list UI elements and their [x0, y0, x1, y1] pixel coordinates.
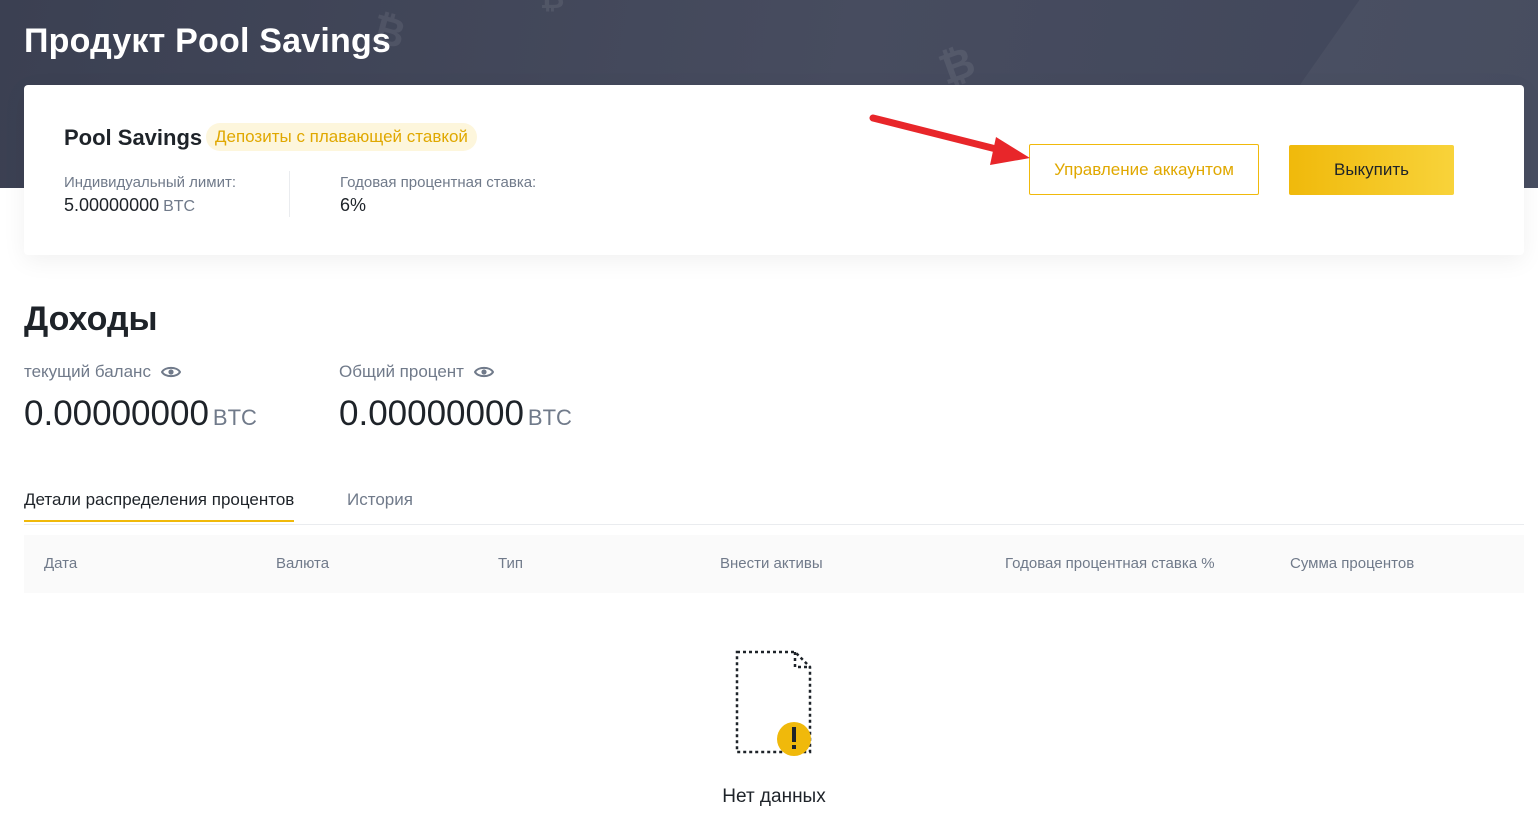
annotation-arrow [869, 114, 1030, 165]
earnings-title: Доходы [24, 300, 158, 338]
column-apy: Годовая процентная ставка % [1005, 555, 1215, 572]
total-interest-unit: BTC [527, 405, 572, 430]
total-interest-label: Общий процент [339, 362, 464, 381]
current-balance-label: текущий баланс [24, 362, 151, 381]
tab-interest-details[interactable]: Детали распределения процентов [24, 490, 295, 522]
apy-label: Годовая процентная ставка: [340, 174, 537, 191]
product-card: Pool Savings Депозиты с плавающей ставко… [24, 85, 1524, 255]
manage-account-button[interactable]: Управление аккаунтом [1029, 144, 1259, 195]
tab-history[interactable]: История [347, 490, 413, 520]
empty-state-text: Нет данных [722, 786, 826, 807]
redeem-button[interactable]: Выкупить [1289, 145, 1454, 195]
bitcoin-logo-icon: ₿ [540, 0, 564, 16]
column-currency: Валюта [276, 555, 330, 572]
column-deposit-assets: Внести активы [720, 555, 823, 572]
page-title: Продукт Pool Savings [24, 22, 392, 60]
stat-divider [289, 171, 290, 217]
limit-value-group: 5.00000000 BTC [64, 195, 195, 216]
current-balance-value: 0.00000000 [24, 394, 209, 433]
apy-value: 6% [340, 195, 367, 215]
table-header: Дата Валюта Тип Внести активы Годовая пр… [24, 535, 1524, 593]
total-interest-label-group: Общий процент [339, 362, 494, 382]
current-balance-group: 0.00000000 BTC [24, 394, 257, 434]
product-type-badge: Депозиты с плавающей ставкой [206, 123, 477, 151]
limit-label: Индивидуальный лимит: [64, 174, 237, 191]
total-interest-value: 0.00000000 [339, 394, 524, 433]
column-type: Тип [498, 555, 524, 572]
current-balance-unit: BTC [212, 405, 257, 430]
tab-bar: Детали распределения процентов История [24, 486, 1524, 525]
limit-unit: BTC [163, 198, 196, 215]
empty-document-warning-icon [735, 650, 812, 756]
current-balance-label-group: текущий баланс [24, 362, 181, 382]
column-interest-amount: Сумма процентов [1290, 555, 1415, 572]
column-date: Дата [44, 555, 78, 572]
total-interest-group: 0.00000000 BTC [339, 394, 572, 434]
eye-icon[interactable] [473, 365, 494, 379]
eye-icon[interactable] [160, 365, 181, 379]
product-name: Pool Savings [64, 125, 203, 150]
limit-value: 5.00000000 [64, 195, 160, 215]
